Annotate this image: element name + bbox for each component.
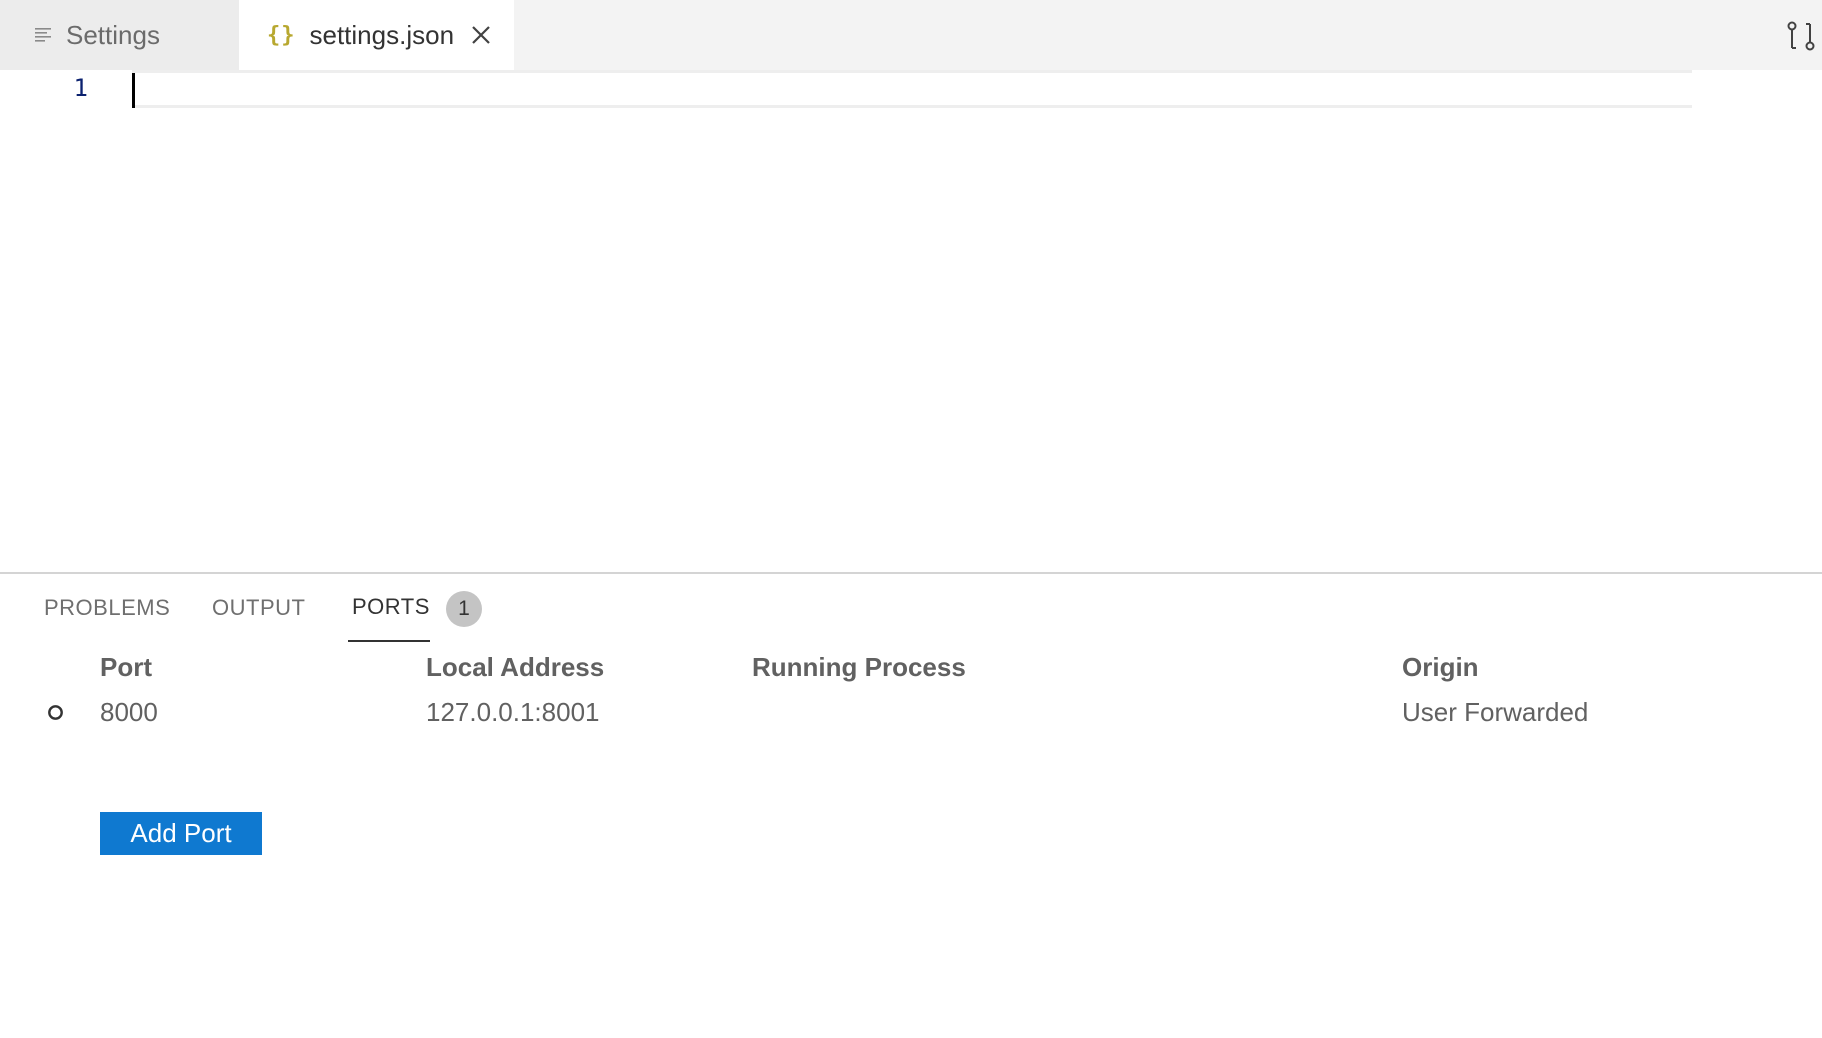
column-header-running-process[interactable]: Running Process: [752, 644, 966, 690]
tab-settings[interactable]: Settings: [0, 0, 239, 70]
editor-tab-bar: Settings {} settings.json: [0, 0, 1822, 70]
column-header-origin[interactable]: Origin: [1402, 644, 1479, 690]
code-editor[interactable]: 1: [0, 70, 1822, 572]
cell-port: 8000: [100, 697, 158, 727]
text-cursor: [132, 73, 135, 108]
panel-tab-bar: PROBLEMS OUTPUT PORTS 1: [0, 574, 1822, 644]
column-header-local-address[interactable]: Local Address: [426, 644, 604, 690]
compare-changes-icon[interactable]: [1786, 20, 1816, 52]
tab-settings-label: Settings: [66, 20, 160, 50]
ports-count-badge: 1: [446, 591, 482, 627]
cell-local-address[interactable]: 127.0.0.1:8001: [426, 690, 600, 734]
circle-outline-icon: [48, 705, 63, 720]
cell-origin: User Forwarded: [1402, 697, 1589, 727]
tab-problems[interactable]: PROBLEMS: [44, 574, 170, 642]
line-number: 1: [73, 74, 88, 102]
tab-settings-json[interactable]: {} settings.json: [239, 0, 514, 70]
braces-icon: {}: [267, 22, 296, 48]
tab-ports[interactable]: PORTS: [348, 574, 430, 642]
bottom-panel: PROBLEMS OUTPUT PORTS 1 Port Local Addre…: [0, 572, 1822, 1038]
lines-icon: [35, 28, 51, 42]
tab-settings-json-label: settings.json: [309, 20, 455, 50]
add-port-button[interactable]: Add Port: [100, 812, 262, 855]
current-line-highlight[interactable]: [132, 70, 1692, 108]
tab-output[interactable]: OUTPUT: [212, 574, 305, 642]
close-icon[interactable]: [470, 24, 492, 46]
app-window: Settings {} settings.json 1 PROBLEMS OUT…: [0, 0, 1822, 1038]
column-header-port[interactable]: Port: [100, 644, 152, 690]
ports-table: Port Local Address Running Process Origi…: [0, 644, 1822, 855]
